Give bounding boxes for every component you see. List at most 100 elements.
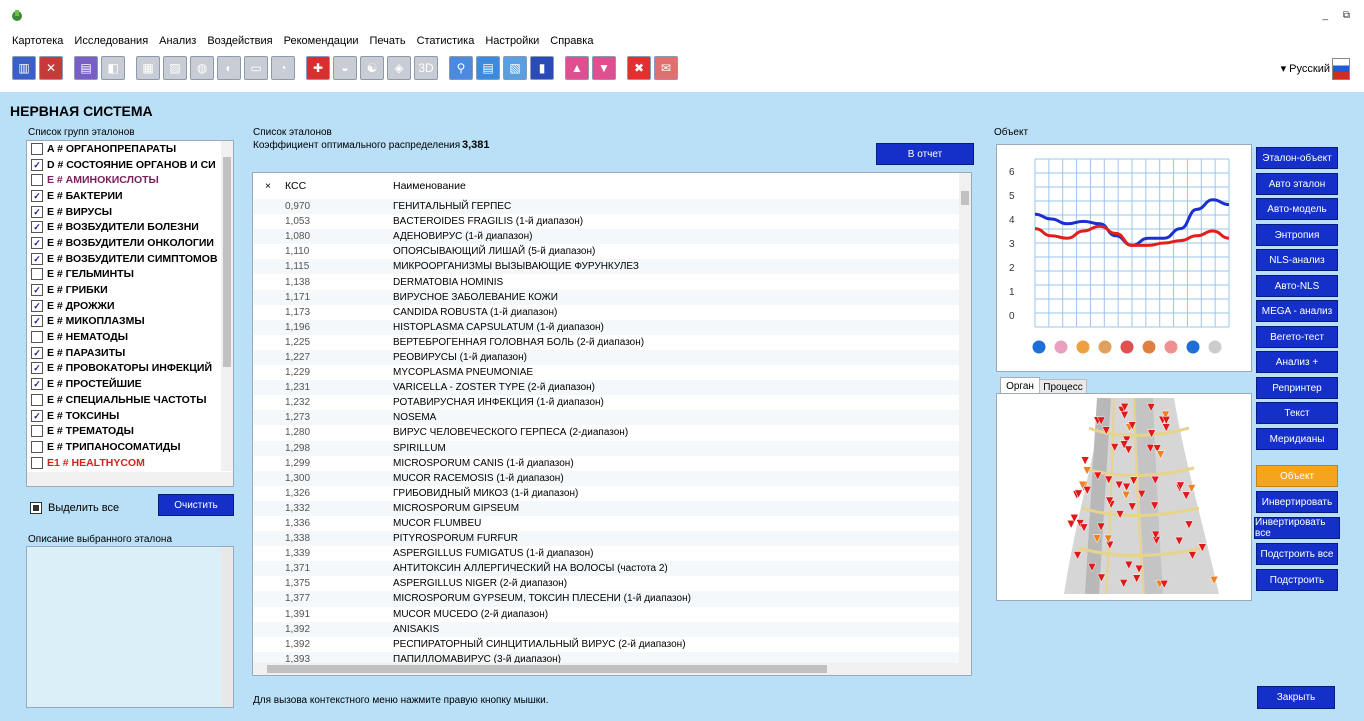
figure-tool-icon[interactable]: ◧ xyxy=(101,56,125,80)
tools-tool-icon[interactable]: ✖ xyxy=(627,56,651,80)
description-textbox[interactable] xyxy=(26,546,234,708)
group-item[interactable]: ✓ E # ВИРУСЫ xyxy=(27,204,233,220)
table-row[interactable]: 1,227 РЕОВИРУСЫ (1-й диапазон) xyxy=(253,349,959,366)
chart-report-tool-icon[interactable]: ▤ xyxy=(476,56,500,80)
select-all-box[interactable] xyxy=(30,502,42,514)
groups-scroll-thumb[interactable] xyxy=(223,157,231,367)
group-item[interactable]: ✓ E # ТОКСИНЫ xyxy=(27,408,233,424)
right-button-3[interactable]: Авто-модель xyxy=(1256,198,1338,220)
brain-organ-icon[interactable] xyxy=(1053,339,1069,355)
menu-item-help[interactable]: Справка xyxy=(550,35,593,51)
group-checkbox[interactable] xyxy=(31,174,43,187)
spine-nerve-illustration[interactable] xyxy=(1004,398,1246,594)
to-report-button[interactable]: В отчет xyxy=(876,143,974,165)
group-item[interactable]: E # ТРИПАНОСОМАТИДЫ xyxy=(27,439,233,455)
table-row[interactable]: 1,377 MICROSPORUM GYPSEUM, ТОКСИН ПЛЕСЕНИ… xyxy=(253,591,959,607)
table-row[interactable]: 1,080 АДЕНОВИРУС (1-й диапазон) xyxy=(253,229,959,245)
group-item[interactable]: ✓ E # БАКТЕРИИ xyxy=(27,188,233,204)
table-vertical-scroll-thumb[interactable] xyxy=(961,191,969,205)
table-row[interactable]: 1,280 ВИРУС ЧЕЛОВЕЧЕСКОГО ГЕРПЕСА (2-диап… xyxy=(253,425,959,440)
group-item[interactable]: E # АМИНОКИСЛОТЫ xyxy=(27,172,233,188)
table-row[interactable]: 1,115 МИКРООРГАНИЗМЫ ВЫЗЫВАЮЩИЕ ФУРУНКУЛЕ… xyxy=(253,259,959,275)
group-checkbox[interactable] xyxy=(31,142,43,155)
table-row[interactable]: 1,225 ВЕРТЕБРОГЕННАЯ ГОЛОВНАЯ БОЛЬ (2-й д… xyxy=(253,335,959,350)
groups-vertical-scrollbar[interactable] xyxy=(221,141,233,471)
window-controls[interactable]: _ ⧉ xyxy=(1323,10,1356,21)
patients-tool-icon[interactable]: ▥ xyxy=(12,56,36,80)
menu-item-research[interactable]: Исследования xyxy=(74,35,148,51)
import-tool-icon[interactable]: ▼ xyxy=(592,56,616,80)
table-row[interactable]: 1,332 MICROSPORUM GIPSEUM xyxy=(253,500,959,516)
table-row[interactable]: 1,053 BACTEROIDES FRAGILIS (1-й диапазон) xyxy=(253,214,959,229)
right-button-4[interactable]: Энтропия xyxy=(1256,224,1338,246)
clear-button[interactable]: Очистить xyxy=(158,494,234,516)
table-row[interactable]: 1,326 ГРИБОВИДНЫЙ МИКОЗ (1-й диапазон) xyxy=(253,486,959,501)
lung-organ-icon[interactable] xyxy=(1163,339,1179,355)
card-tool-icon[interactable]: ▤ xyxy=(74,56,98,80)
print-tool-icon[interactable]: ▭ xyxy=(244,56,268,80)
group-item[interactable]: E # ГЕЛЬМИНТЫ xyxy=(27,267,233,283)
kidney-organ-icon[interactable] xyxy=(1141,339,1157,355)
table-row[interactable]: 1,300 MUCOR RACEMOSIS (1-й диапазон) xyxy=(253,470,959,486)
group-checkbox[interactable]: ✓ xyxy=(31,284,43,297)
right-button-9[interactable]: Анализ + xyxy=(1256,351,1338,373)
right-button-6[interactable]: Авто-NLS xyxy=(1256,275,1338,297)
right-button-8[interactable]: Вегето-тест xyxy=(1256,326,1338,348)
grid-tool-icon[interactable]: ▦ xyxy=(136,56,160,80)
right-button-10[interactable]: Репринтер xyxy=(1256,377,1338,399)
russia-flag-icon[interactable] xyxy=(1332,58,1350,80)
ear-tool-icon[interactable]: ◐ xyxy=(217,56,241,80)
group-checkbox[interactable]: ✓ xyxy=(31,221,43,234)
group-checkbox[interactable] xyxy=(31,268,43,281)
book-tool-icon[interactable]: ▮ xyxy=(530,56,554,80)
table-horizontal-scroll-thumb[interactable] xyxy=(267,665,827,673)
joint-organ-icon[interactable] xyxy=(1097,339,1113,355)
group-checkbox[interactable]: ✓ xyxy=(31,409,43,422)
meridian-tool-icon[interactable]: ◈ xyxy=(387,56,411,80)
right-button-13[interactable]: Объект xyxy=(1256,465,1338,487)
column-header-kss[interactable]: КСС xyxy=(283,180,393,192)
medical-cross-tool-icon[interactable]: ✚ xyxy=(306,56,330,80)
group-item[interactable]: ✓ E # ПРОВОКАТОРЫ ИНФЕКЦИЙ xyxy=(27,361,233,377)
menu-item-analysis[interactable]: Анализ xyxy=(159,35,196,51)
mail-tool-icon[interactable]: ✉ xyxy=(654,56,678,80)
group-checkbox[interactable]: ✓ xyxy=(31,158,43,171)
drop-organ-icon[interactable] xyxy=(1185,339,1201,355)
magnifier-tool-icon[interactable]: ⚲ xyxy=(449,56,473,80)
table-row[interactable]: 0,970 ГЕНИТАЛЬНЫЙ ГЕРПЕС xyxy=(253,199,959,215)
table-row[interactable]: 1,196 HISTOPLASMA CAPSULATUM (1-й диапазо… xyxy=(253,319,959,335)
group-item[interactable]: E1 # HEALTHYCOM xyxy=(27,455,233,471)
group-item[interactable]: ✓ E # ДРОЖЖИ xyxy=(27,298,233,314)
table-row[interactable]: 1,392 ANISAKIS xyxy=(253,621,959,637)
menu-item-effects[interactable]: Воздействия xyxy=(207,35,272,51)
right-button-2[interactable]: Авто эталон xyxy=(1256,173,1338,195)
group-checkbox[interactable] xyxy=(31,393,43,406)
table-row[interactable]: 1,173 CANDIDA ROBUSTA (1-й диапазон) xyxy=(253,305,959,320)
description-scrollbar[interactable] xyxy=(221,547,233,707)
scan-tool-icon[interactable]: ◍ xyxy=(190,56,214,80)
group-item[interactable]: ✓ E # ВОЗБУДИТЕЛИ СИМПТОМОВ xyxy=(27,251,233,267)
table-row[interactable]: 1,375 ASPERGILLUS NIGER (2-й диапазон) xyxy=(253,576,959,591)
group-checkbox[interactable]: ✓ xyxy=(31,205,43,218)
i-organ-icon[interactable] xyxy=(1031,339,1047,355)
table-row[interactable]: 1,391 MUCOR MUCEDO (2-й диапазон) xyxy=(253,607,959,622)
groups-list[interactable]: A # ОРГАНОПРЕПАРАТЫ ✓ D # СОСТОЯНИЕ ОРГАНО… xyxy=(26,140,234,487)
export-tool-icon[interactable]: ▲ xyxy=(565,56,589,80)
group-item[interactable]: E # ТРЕМАТОДЫ xyxy=(27,423,233,439)
menu-item-print[interactable]: Печать xyxy=(370,35,406,51)
group-checkbox[interactable] xyxy=(31,331,43,344)
group-checkbox[interactable]: ✓ xyxy=(31,362,43,375)
table-vertical-scrollbar[interactable] xyxy=(959,173,971,663)
group-checkbox[interactable]: ✓ xyxy=(31,378,43,391)
close-button[interactable]: Закрыть xyxy=(1257,686,1335,709)
table-row[interactable]: 1,299 MICROSPORUM CANIS (1-й диапазон) xyxy=(253,456,959,471)
group-item[interactable]: ✓ E # МИКОПЛАЗМЫ xyxy=(27,314,233,330)
yin-yang-tool-icon[interactable]: ☯ xyxy=(360,56,384,80)
right-button-17[interactable]: Подстроить xyxy=(1256,569,1338,591)
group-item[interactable]: ✓ E # ВОЗБУДИТЕЛИ БОЛЕЗНИ xyxy=(27,219,233,235)
table-row[interactable]: 1,138 DERMATOBIA HOMINIS xyxy=(253,274,959,289)
group-item[interactable]: ✓ D # СОСТОЯНИЕ ОРГАНОВ И СИ xyxy=(27,157,233,173)
foot-tool-icon[interactable]: ◔ xyxy=(271,56,295,80)
table-horizontal-scrollbar[interactable] xyxy=(253,663,971,675)
right-button-14[interactable]: Инвертировать xyxy=(1256,491,1338,513)
